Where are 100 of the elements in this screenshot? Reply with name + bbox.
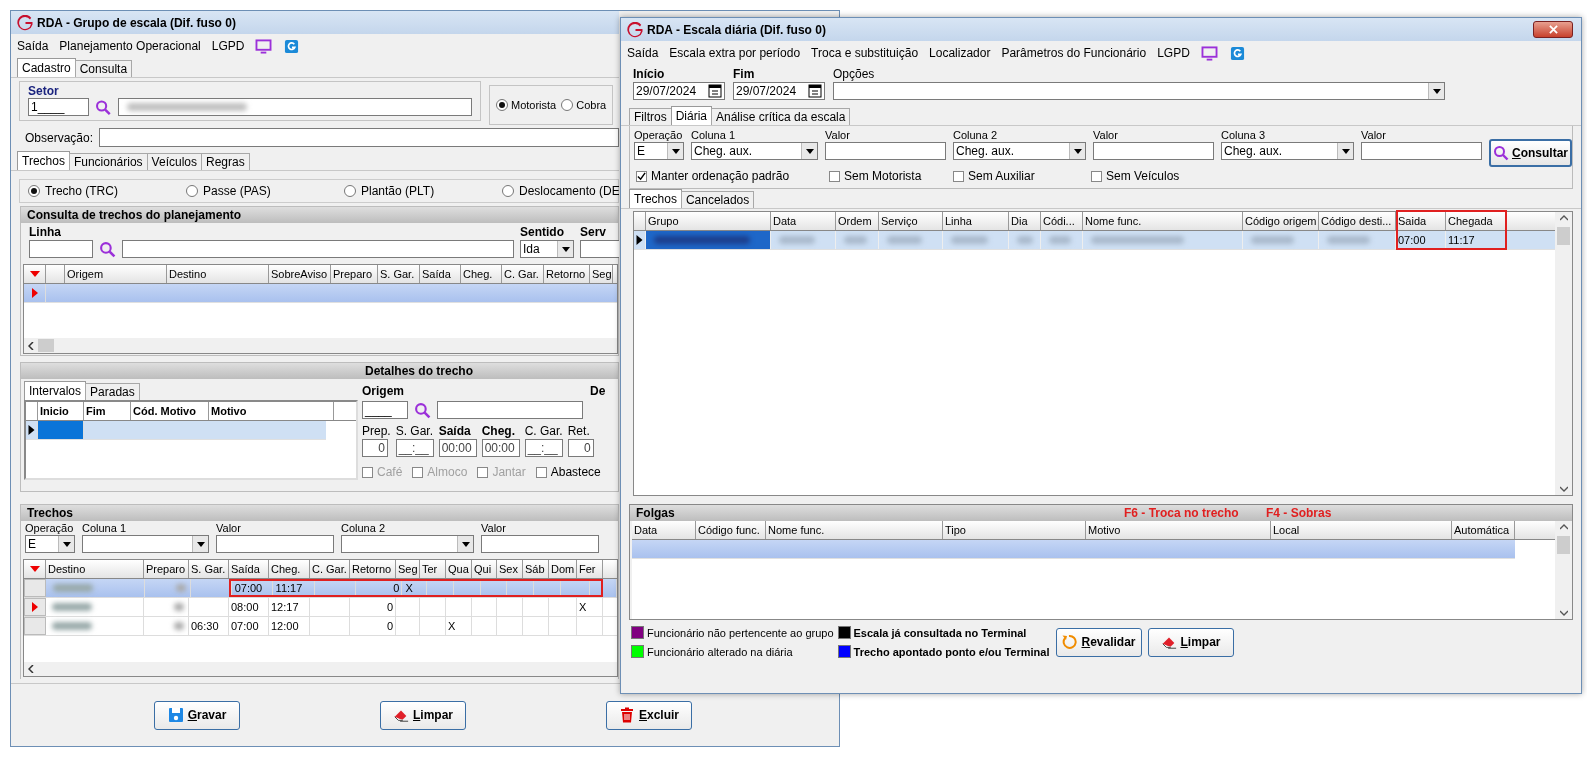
header-cell[interactable]: Saida: [1396, 212, 1446, 230]
tab[interactable]: Consulta: [74, 60, 133, 77]
table-row[interactable]: 07:00 11:17 0 X: [24, 579, 617, 598]
menu-item[interactable]: LGPD: [211, 39, 245, 53]
header-cell[interactable]: Grupo: [646, 212, 771, 230]
radio-button[interactable]: Deslocamento (DE: [502, 184, 619, 198]
header-cell[interactable]: Códi...: [1041, 212, 1083, 230]
tab[interactable]: Cancelados: [680, 191, 755, 208]
header-cell[interactable]: Sex: [497, 560, 523, 578]
header-cell[interactable]: Preparo: [331, 265, 378, 283]
tab[interactable]: Trechos: [17, 151, 70, 170]
header-cell[interactable]: Seg: [396, 560, 420, 578]
dropdown[interactable]: Cheg. aux.: [691, 142, 818, 160]
dropdown[interactable]: Ida: [520, 240, 574, 258]
input-field[interactable]: ____: [362, 401, 408, 419]
tab[interactable]: Cadastro: [17, 58, 76, 77]
menu-item[interactable]: Saída: [17, 39, 49, 53]
input-field[interactable]: __:__: [395, 439, 434, 457]
header-cell[interactable]: Ordem: [836, 212, 879, 230]
header-cell[interactable]: C. Gar.: [310, 560, 350, 578]
radio-button[interactable]: Cobra: [561, 99, 607, 111]
header-cell[interactable]: Automática: [1452, 521, 1515, 539]
menu-item[interactable]: LGPD: [1157, 46, 1190, 60]
header-cell[interactable]: Fer: [577, 560, 603, 578]
date-field[interactable]: 29/07/2024: [633, 82, 725, 100]
menu-item[interactable]: Localizador: [929, 46, 991, 60]
input-field[interactable]: 0: [567, 439, 594, 457]
header-cell[interactable]: Chegada: [1446, 212, 1507, 230]
header-cell[interactable]: Seg: [590, 265, 613, 283]
header-cell[interactable]: Cód. Motivo: [131, 402, 209, 420]
header-cell[interactable]: S. Gar.: [378, 265, 420, 283]
header-cell[interactable]: Saída: [229, 560, 269, 578]
radio-button[interactable]: Passe (PAS): [186, 184, 271, 198]
header-cell[interactable]: Qua: [446, 560, 472, 578]
action-button[interactable]: Gravar: [154, 700, 240, 730]
header-cell[interactable]: Retorno: [544, 265, 590, 283]
header-cell[interactable]: Tipo: [943, 521, 1086, 539]
menu-item[interactable]: Parâmetros do Funcionário: [1001, 46, 1147, 60]
tab[interactable]: Trechos: [629, 189, 682, 208]
header-cell[interactable]: Ter: [420, 560, 446, 578]
header-cell[interactable]: Sáb: [523, 560, 549, 578]
header-cell[interactable]: Nome func.: [766, 521, 943, 539]
header-cell[interactable]: Código origem: [1243, 212, 1319, 230]
tab[interactable]: Diária: [670, 106, 712, 125]
dropdown[interactable]: E: [25, 535, 75, 553]
header-cell[interactable]: Nome func.: [1083, 212, 1243, 230]
checkbox[interactable]: Sem Auxiliar: [953, 169, 1091, 183]
header-cell[interactable]: Cheg.: [461, 265, 502, 283]
action-button[interactable]: Limpar: [380, 700, 466, 730]
header-cell[interactable]: Serviço: [879, 212, 943, 230]
header-cell[interactable]: S. Gar.: [189, 560, 229, 578]
header-cell[interactable]: Fim: [84, 402, 131, 420]
table-row[interactable]: 08:00 12:17 0 X: [24, 598, 617, 617]
dropdown[interactable]: E: [634, 142, 684, 160]
header-cell[interactable]: Inicio: [38, 402, 84, 420]
table-row[interactable]: 06:30 07:00 12:00 0 X: [24, 617, 617, 636]
action-button[interactable]: Limpar: [1147, 627, 1234, 657]
action-button[interactable]: Excluir: [606, 700, 692, 730]
tab[interactable]: Filtros: [629, 108, 672, 125]
tab[interactable]: Intervalos: [24, 381, 87, 400]
dropdown[interactable]: Cheg. aux.: [1221, 142, 1354, 160]
input-field[interactable]: 1____: [28, 98, 90, 116]
header-cell[interactable]: Origem: [65, 265, 167, 283]
header-cell[interactable]: Código desti...: [1319, 212, 1396, 230]
search-button[interactable]: Consultar: [1489, 139, 1572, 167]
checkbox[interactable]: Abastece: [535, 465, 601, 479]
header-cell[interactable]: Dia: [1009, 212, 1041, 230]
radio-button[interactable]: Plantão (PLT): [344, 184, 435, 198]
header-cell[interactable]: Motivo: [1086, 521, 1271, 539]
header-cell[interactable]: Código func.: [696, 521, 766, 539]
menu-item[interactable]: Troca e substituição: [811, 46, 919, 60]
header-cell[interactable]: Qui: [472, 560, 497, 578]
input-field[interactable]: 00:00: [438, 439, 477, 457]
dropdown[interactable]: Cheg. aux.: [953, 142, 1086, 160]
header-cell[interactable]: Linha: [943, 212, 1009, 230]
header-cell[interactable]: C. Gar.: [502, 265, 544, 283]
checkbox[interactable]: Sem Motorista: [829, 169, 953, 183]
header-cell[interactable]: Dom: [549, 560, 577, 578]
menu-item[interactable]: Planejamento Operacional: [59, 39, 201, 53]
header-cell[interactable]: Retorno: [350, 560, 396, 578]
header-cell[interactable]: Saída: [420, 265, 461, 283]
checkbox[interactable]: Manter ordenação padrão: [636, 169, 829, 183]
menu-item[interactable]: Escala extra por período: [669, 46, 801, 60]
checkbox[interactable]: Sem Veículos: [1091, 169, 1211, 183]
header-cell[interactable]: SobreAviso: [269, 265, 331, 283]
header-cell[interactable]: Data: [771, 212, 836, 230]
header-cell[interactable]: Local: [1271, 521, 1452, 539]
header-cell[interactable]: Destino: [46, 560, 144, 578]
radio-button[interactable]: Trecho (TRC): [28, 184, 118, 198]
tab[interactable]: Análise crítica da escala: [711, 108, 851, 125]
input-field[interactable]: 00:00: [481, 439, 520, 457]
tab[interactable]: Paradas: [85, 383, 140, 400]
header-cell[interactable]: Preparo: [144, 560, 189, 578]
input-field[interactable]: __:__: [524, 439, 563, 457]
header-cell[interactable]: Cheg.: [269, 560, 310, 578]
input-field[interactable]: 0: [362, 439, 388, 457]
tab[interactable]: Funcionários: [68, 153, 148, 170]
header-cell[interactable]: Data: [632, 521, 696, 539]
action-button[interactable]: Revalidar: [1055, 627, 1142, 657]
header-cell[interactable]: Destino: [167, 265, 269, 283]
